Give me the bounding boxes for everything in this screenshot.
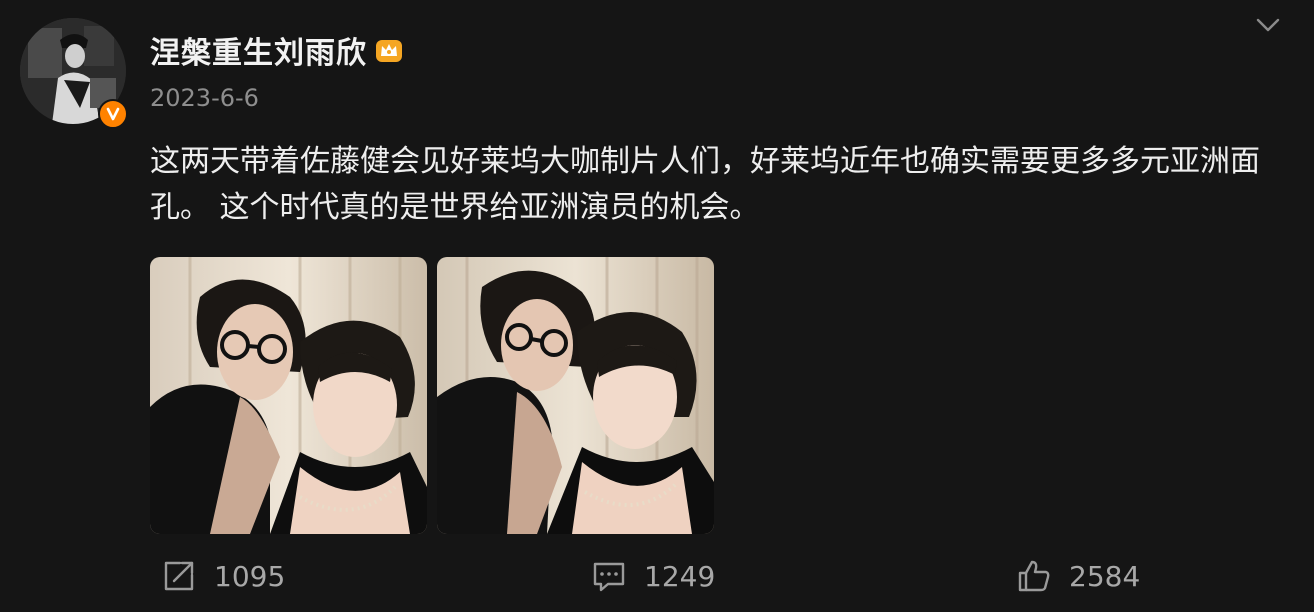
like-count: 2584 (1069, 559, 1141, 593)
post-photo-2[interactable] (437, 257, 714, 534)
repost-count: 1095 (214, 559, 286, 593)
crown-icon[interactable] (373, 34, 405, 66)
weibo-post: 涅槃重生刘雨欣 2023-6-6 这两天带着佐藤健会见好莱坞大咖制片人们，好莱坞… (0, 0, 1314, 612)
comment-icon (593, 562, 625, 592)
author-name[interactable]: 涅槃重生刘雨欣 (150, 28, 367, 72)
post-photo-1[interactable] (150, 257, 427, 534)
comment-count: 1249 (644, 559, 716, 593)
share-icon (164, 561, 194, 591)
thumbs-up-icon (1018, 560, 1050, 592)
chevron-down-icon[interactable] (1253, 14, 1283, 36)
repost-button[interactable]: 1095 (160, 553, 285, 599)
author-row: 涅槃重生刘雨欣 (150, 28, 405, 72)
like-button[interactable]: 2584 (1015, 553, 1140, 599)
post-text: 这两天带着佐藤健会见好莱坞大咖制片人们，好莱坞近年也确实需要更多多元亚洲面孔。 … (150, 144, 1260, 225)
post-date[interactable]: 2023-6-6 (150, 84, 259, 112)
verified-v-icon (98, 99, 128, 129)
comment-button[interactable]: 1249 (590, 553, 715, 599)
